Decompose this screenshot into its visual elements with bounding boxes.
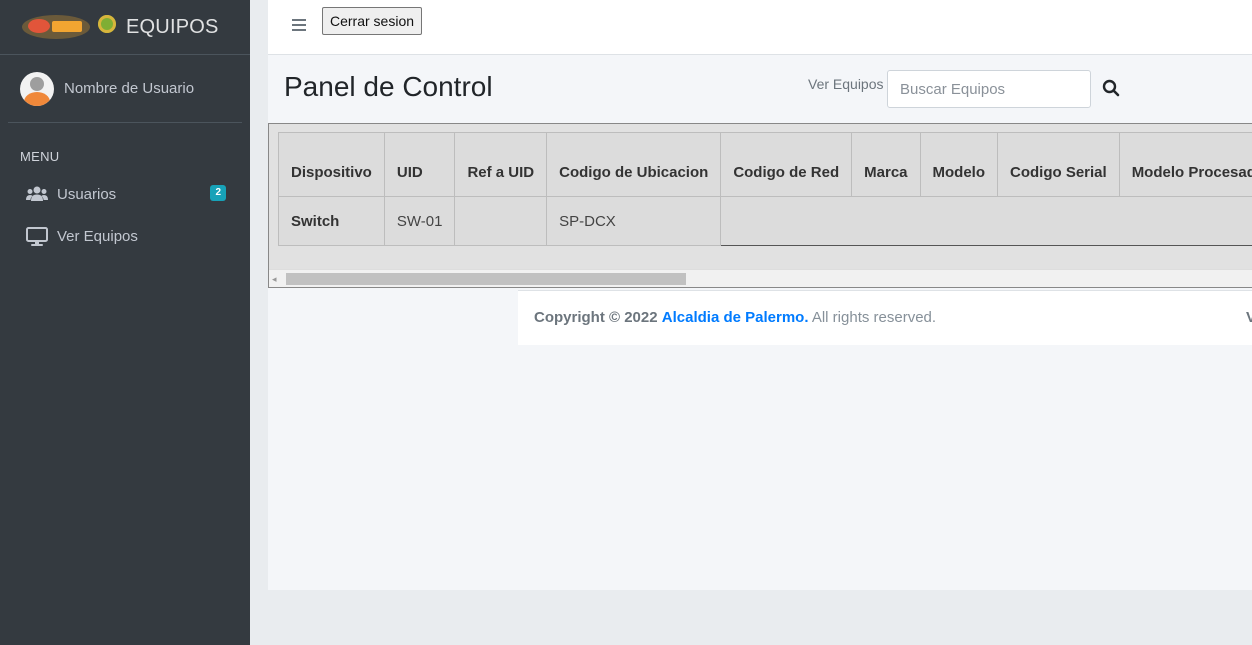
table-header-row: Dispositivo UID Ref a UID Codigo de Ubic… [278, 132, 1252, 197]
users-count-badge: 2 [210, 185, 226, 201]
column-header[interactable]: Dispositivo [278, 132, 385, 197]
top-navbar: Cerrar sesion [268, 0, 1252, 55]
column-header[interactable]: Modelo [919, 132, 998, 197]
hamburger-menu-icon[interactable] [292, 19, 306, 34]
scrollbar-thumb[interactable] [286, 273, 686, 285]
users-icon [26, 184, 50, 204]
column-header[interactable]: Marca [851, 132, 921, 197]
search-icon[interactable] [1102, 79, 1122, 99]
column-header[interactable]: UID [383, 132, 456, 197]
main-content: Panel de Control Ver Equipos Dispositivo… [268, 55, 1252, 590]
horizontal-scrollbar[interactable]: ◂ [269, 269, 1252, 287]
table-cell [454, 196, 548, 246]
table-cell: SW-01 [383, 196, 456, 246]
page-title: Panel de Control [284, 71, 493, 102]
brand-text: EQUIPOS [126, 15, 219, 38]
version-label: V [1245, 309, 1252, 326]
column-header[interactable]: Ref a UID [454, 132, 548, 197]
search-label: Ver Equipos [808, 76, 884, 92]
sidebar-item-label: Ver Equipos [57, 227, 138, 245]
rights-text: All rights reserved. [811, 309, 937, 326]
logout-button[interactable]: Cerrar sesion [322, 7, 423, 35]
brand-link[interactable]: EQUIPOS [0, 0, 250, 55]
user-panel[interactable]: Nombre de Usuario [8, 55, 242, 123]
column-header[interactable]: Codigo de Ubicacion [546, 132, 722, 197]
sidebar-item-ver-equipos[interactable]: Ver Equipos [0, 215, 250, 257]
table-cell-empty [720, 196, 1252, 246]
column-header[interactable]: Modelo Procesador [1118, 132, 1252, 197]
sidebar-item-usuarios[interactable]: Usuarios 2 [0, 173, 250, 215]
desktop-icon [26, 226, 50, 246]
search-input[interactable] [887, 70, 1091, 108]
copyright-text: Copyright © 2022 Alcaldia de Palermo. Al… [534, 309, 936, 326]
avatar [20, 71, 54, 106]
equipment-table: Dispositivo UID Ref a UID Codigo de Ubic… [278, 132, 1252, 246]
column-header[interactable]: Codigo Serial [997, 132, 1120, 197]
table-row[interactable]: Switch SW-01 SP-DCX [278, 196, 1252, 246]
org-link[interactable]: Alcaldia de Palermo. [662, 309, 809, 326]
column-header[interactable]: Codigo de Red [720, 132, 853, 197]
table-cell: Switch [278, 196, 385, 246]
equipment-table-container: Dispositivo UID Ref a UID Codigo de Ubic… [268, 123, 1252, 288]
copyright-label: Copyright © 2022 [534, 309, 658, 326]
user-name[interactable]: Nombre de Usuario [64, 80, 194, 97]
sidebar-item-label: Usuarios [57, 185, 117, 203]
footer: Copyright © 2022 Alcaldia de Palermo. Al… [518, 290, 1252, 345]
table-cell: SP-DCX [546, 196, 722, 246]
menu-header: MENU [20, 149, 60, 164]
scroll-left-arrow-icon[interactable]: ◂ [272, 273, 282, 285]
sidebar: EQUIPOS Nombre de Usuario MENU Usuarios … [0, 0, 250, 645]
brand-logo [22, 11, 118, 43]
